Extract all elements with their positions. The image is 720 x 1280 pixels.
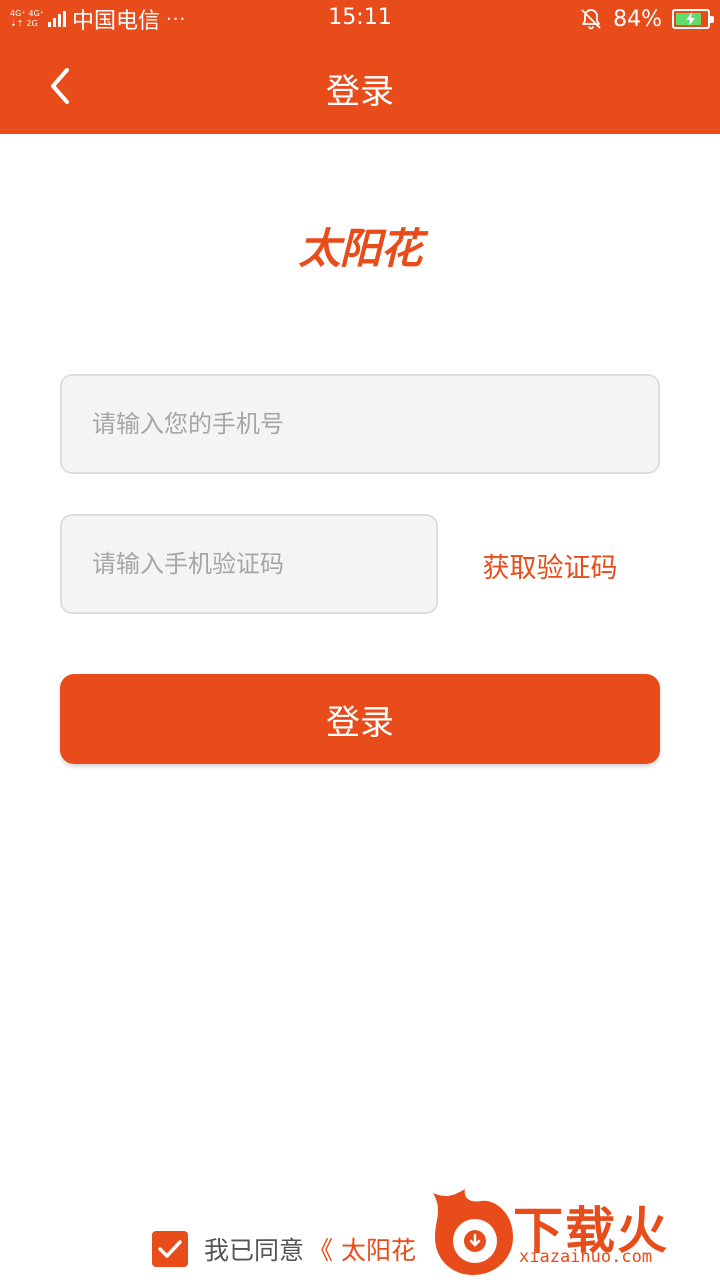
watermark: 下载火 xiazaihuo.com <box>425 1185 720 1280</box>
mute-bell-icon <box>581 9 601 30</box>
app-logo: 太阳花 <box>298 224 422 273</box>
agreement-link[interactable]: 《 太阳花 <box>308 1231 416 1267</box>
battery-percent: 84% <box>613 6 662 32</box>
bolt-icon <box>686 12 695 26</box>
check-icon <box>158 1240 182 1258</box>
flame-logo-icon <box>433 1189 513 1275</box>
page-title: 登录 <box>326 72 394 112</box>
status-bar: 4G⁺ 4G⁺ ⇣⇡ 2G 中国电信 ··· 15:11 84% <box>0 0 720 38</box>
get-code-button[interactable]: 获取验证码 <box>470 546 630 585</box>
agreement-checkbox[interactable] <box>152 1231 188 1267</box>
agreement-text: 我已同意 <box>204 1236 305 1265</box>
nav-bar: 登录 <box>0 38 720 134</box>
phone-input[interactable] <box>60 374 660 474</box>
battery-tip <box>710 16 714 23</box>
verification-code-input[interactable] <box>60 514 438 614</box>
battery-charging-icon <box>672 9 714 29</box>
login-button[interactable]: 登录 <box>60 674 660 764</box>
agreement-row: 我已同意 《 太阳花 <box>152 1230 416 1268</box>
status-right: 84% <box>579 4 714 34</box>
watermark-url: xiazaihuo.com <box>519 1247 653 1267</box>
